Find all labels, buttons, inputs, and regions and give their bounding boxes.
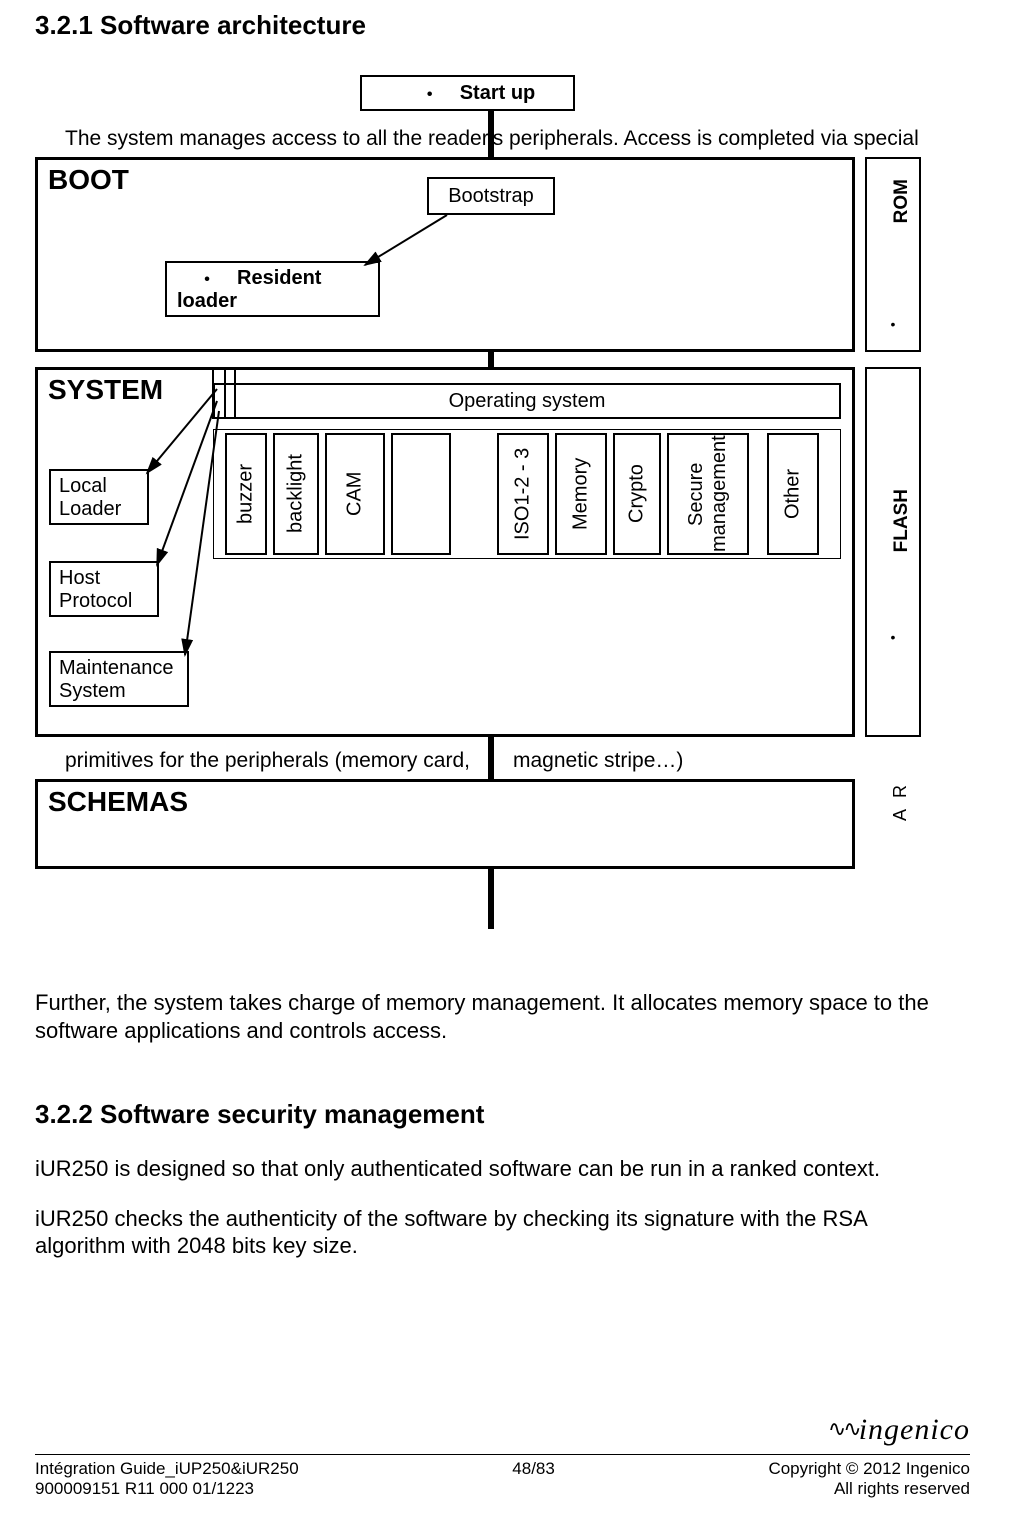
ra-r: R xyxy=(890,785,911,798)
ra-box: R A xyxy=(865,779,921,869)
body-para-2: iUR250 is designed so that only authenti… xyxy=(35,1155,905,1183)
brand-logo: ∿∿ingenico xyxy=(828,1413,970,1447)
bootstrap-label: Bootstrap xyxy=(429,179,553,213)
intro-text: The system manages access to all the rea… xyxy=(65,127,919,151)
system-title: SYSTEM xyxy=(48,374,163,406)
module-other: Other xyxy=(767,433,819,555)
module-blank xyxy=(391,433,451,555)
module-backlight: backlight xyxy=(273,433,319,555)
module-memory: Memory xyxy=(555,433,607,555)
bootstrap-box: Bootstrap xyxy=(427,177,555,215)
resident-loader-box: Resident loader xyxy=(165,261,380,317)
ra-a: A xyxy=(890,809,911,821)
flash-label: FLASH xyxy=(891,489,913,552)
resident-loader-label: Resident loader xyxy=(177,267,321,312)
module-iso: ISO1-2 - 3 xyxy=(497,433,549,555)
boot-title: BOOT xyxy=(48,164,129,196)
schemas-box: SCHEMAS xyxy=(35,779,855,869)
local-loader-box: Local Loader xyxy=(49,469,149,525)
startup-box: Start up xyxy=(360,75,575,111)
body-para-3: iUR250 checks the authenticity of the so… xyxy=(35,1205,905,1260)
maintenance-box: Maintenance System xyxy=(49,651,189,707)
host-protocol-box: Host Protocol xyxy=(49,561,159,617)
section-heading-1: 3.2.1 Software architecture xyxy=(35,10,970,41)
flash-box: FLASH • xyxy=(865,367,921,737)
os-box: Operating system xyxy=(213,383,841,419)
page-footer: Intégration Guide_iUP250&iUR250 48/83 Co… xyxy=(35,1454,970,1499)
footer-left-1: Intégration Guide_iUP250&iUR250 xyxy=(35,1459,299,1479)
footer-right-2: All rights reserved xyxy=(834,1479,970,1499)
rom-label: ROM xyxy=(891,179,913,223)
rom-box: ROM • xyxy=(865,157,921,352)
host-protocol-label: Host Protocol xyxy=(59,567,132,612)
module-buzzer: buzzer xyxy=(225,433,267,555)
module-secure: Secure management xyxy=(667,433,749,555)
primitives-text-right: magnetic stripe…) xyxy=(513,749,683,773)
startup-label: Start up xyxy=(400,82,536,105)
local-loader-label: Local Loader xyxy=(59,475,121,520)
body-para-1: Further, the system takes charge of memo… xyxy=(35,989,970,1044)
rom-bullet: • xyxy=(867,316,919,332)
module-crypto: Crypto xyxy=(613,433,661,555)
schemas-title: SCHEMAS xyxy=(48,786,188,818)
section-heading-2: 3.2.2 Software security management xyxy=(35,1099,970,1130)
footer-right-1: Copyright © 2012 Ingenico xyxy=(768,1459,970,1479)
footer-left-2: 900009151 R11 000 01/1223 xyxy=(35,1479,254,1499)
flash-bullet: • xyxy=(867,629,919,645)
os-label: Operating system xyxy=(215,385,839,417)
maintenance-label: Maintenance System xyxy=(59,657,174,702)
module-cam: CAM xyxy=(325,433,385,555)
architecture-diagram: Start up The system manages access to al… xyxy=(35,69,955,949)
primitives-text-left: primitives for the peripherals (memory c… xyxy=(65,749,470,773)
footer-center: 48/83 xyxy=(512,1459,555,1479)
